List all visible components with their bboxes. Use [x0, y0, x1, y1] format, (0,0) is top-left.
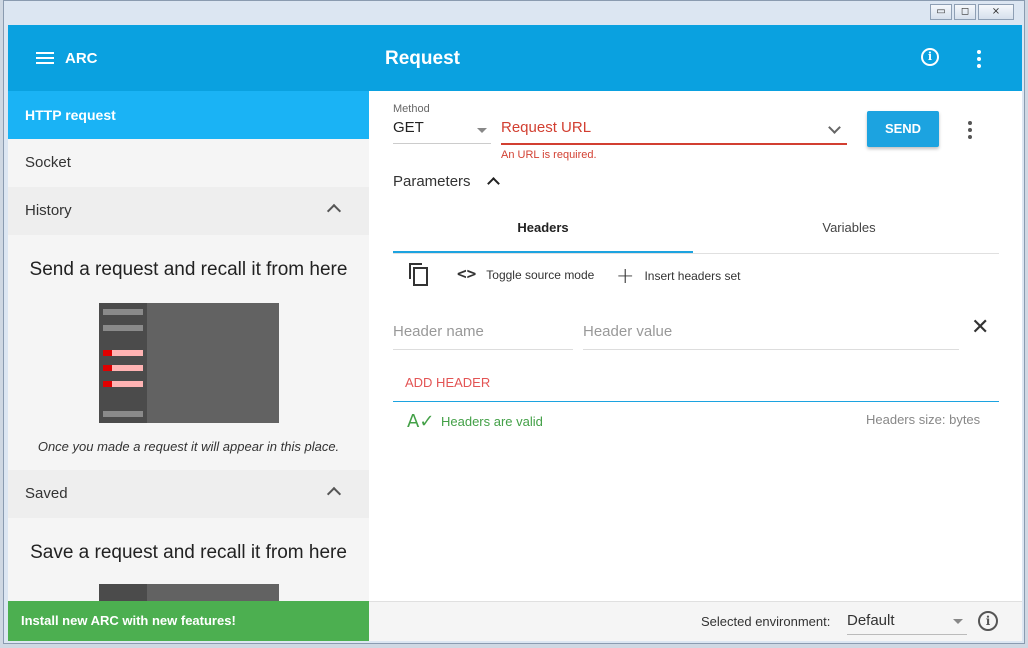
environment-select[interactable]: Default	[847, 608, 967, 635]
insert-headers-label: Insert headers set	[644, 269, 741, 283]
app-toolbar: ARC Request i	[8, 25, 1022, 91]
app-name: ARC	[65, 50, 98, 67]
history-empty-title: Send a request and recall it from here	[29, 259, 348, 280]
plus-icon: +	[616, 264, 635, 289]
divider	[393, 401, 999, 402]
send-button[interactable]: SEND	[867, 111, 939, 147]
arc-app: ARC Request i HTTP request Socket Histor…	[8, 25, 1022, 641]
code-icon: <>	[457, 264, 477, 283]
parameters-toggle[interactable]: Parameters	[393, 173, 500, 190]
params-tabs: Headers Variables	[393, 209, 999, 254]
hamburger-icon[interactable]	[36, 52, 54, 64]
dropdown-arrow-icon	[477, 128, 487, 133]
environment-label: Selected environment:	[701, 614, 831, 629]
sidebar-item-socket[interactable]: Socket	[8, 139, 369, 187]
saved-illustration	[98, 584, 279, 601]
history-illustration	[98, 303, 279, 423]
url-input[interactable]: Request URL	[501, 119, 847, 145]
tab-headers[interactable]: Headers	[393, 209, 693, 253]
saved-empty-title: Save a request and recall it from here	[30, 542, 347, 563]
dropdown-arrow-icon	[953, 619, 963, 624]
url-placeholder: Request URL	[501, 119, 592, 136]
header-value-input[interactable]: Header value	[583, 323, 959, 350]
sidebar-item-label: History	[25, 202, 72, 219]
headers-size: Headers size: bytes	[866, 412, 981, 427]
environment-value: Default	[847, 612, 895, 629]
toggle-source-label: Toggle source mode	[486, 268, 595, 282]
app-window: ▭ ◻ ⨯ ARC Request i HTTP request Socket …	[3, 0, 1025, 644]
maximize-button[interactable]: ◻	[954, 4, 976, 20]
page-title: Request	[385, 48, 460, 69]
method-select[interactable]: GET	[393, 119, 491, 144]
saved-empty-state: Save a request and recall it from here	[8, 542, 369, 601]
chevron-up-icon	[486, 177, 500, 190]
chevron-up-icon[interactable]	[326, 203, 342, 219]
history-empty-description: Once you made a request it will appear i…	[37, 439, 340, 454]
sidebar-item-http-request[interactable]: HTTP request	[8, 91, 369, 139]
header-name-input[interactable]: Header name	[393, 323, 573, 350]
tab-variables[interactable]: Variables	[699, 209, 999, 253]
parameters-label: Parameters	[393, 173, 471, 190]
sidebar-item-label: Saved	[25, 485, 68, 502]
insert-headers-set-button[interactable]: + Insert headers set	[616, 261, 741, 289]
method-label: Method	[393, 103, 430, 115]
spellcheck-icon: A✓	[407, 411, 435, 432]
chevron-up-icon[interactable]	[326, 486, 342, 502]
chevron-down-icon[interactable]	[828, 121, 841, 134]
status-footer: Selected environment: Default i	[369, 601, 1022, 641]
sidebar-item-label: Socket	[25, 154, 71, 171]
method-value: GET	[393, 119, 424, 136]
url-error-message: An URL is required.	[501, 149, 597, 161]
remove-header-icon[interactable]: ✕	[971, 315, 989, 340]
minimize-button[interactable]: ▭	[930, 4, 952, 20]
copy-icon	[409, 263, 428, 286]
install-banner[interactable]: Install new ARC with new features!	[8, 601, 369, 641]
more-vert-icon[interactable]	[968, 121, 972, 142]
headers-valid-message: Headers are valid	[441, 414, 543, 429]
add-header-button[interactable]: ADD HEADER	[405, 375, 490, 390]
toggle-source-button[interactable]: <> Toggle source mode	[457, 261, 594, 287]
close-window-button[interactable]: ⨯	[978, 4, 1014, 20]
info-icon[interactable]: i	[978, 611, 998, 631]
sidebar: HTTP request Socket History Send a reque…	[8, 91, 369, 601]
history-empty-state: Send a request and recall it from here O…	[8, 259, 369, 454]
sidebar-item-history[interactable]: History	[8, 187, 369, 235]
window-controls: ▭ ◻ ⨯	[930, 4, 1014, 20]
more-vert-icon[interactable]	[977, 50, 981, 71]
sidebar-item-saved[interactable]: Saved	[8, 470, 369, 518]
request-panel: Method GET Request URL An URL is require…	[369, 91, 1022, 601]
info-icon[interactable]: i	[921, 48, 939, 66]
